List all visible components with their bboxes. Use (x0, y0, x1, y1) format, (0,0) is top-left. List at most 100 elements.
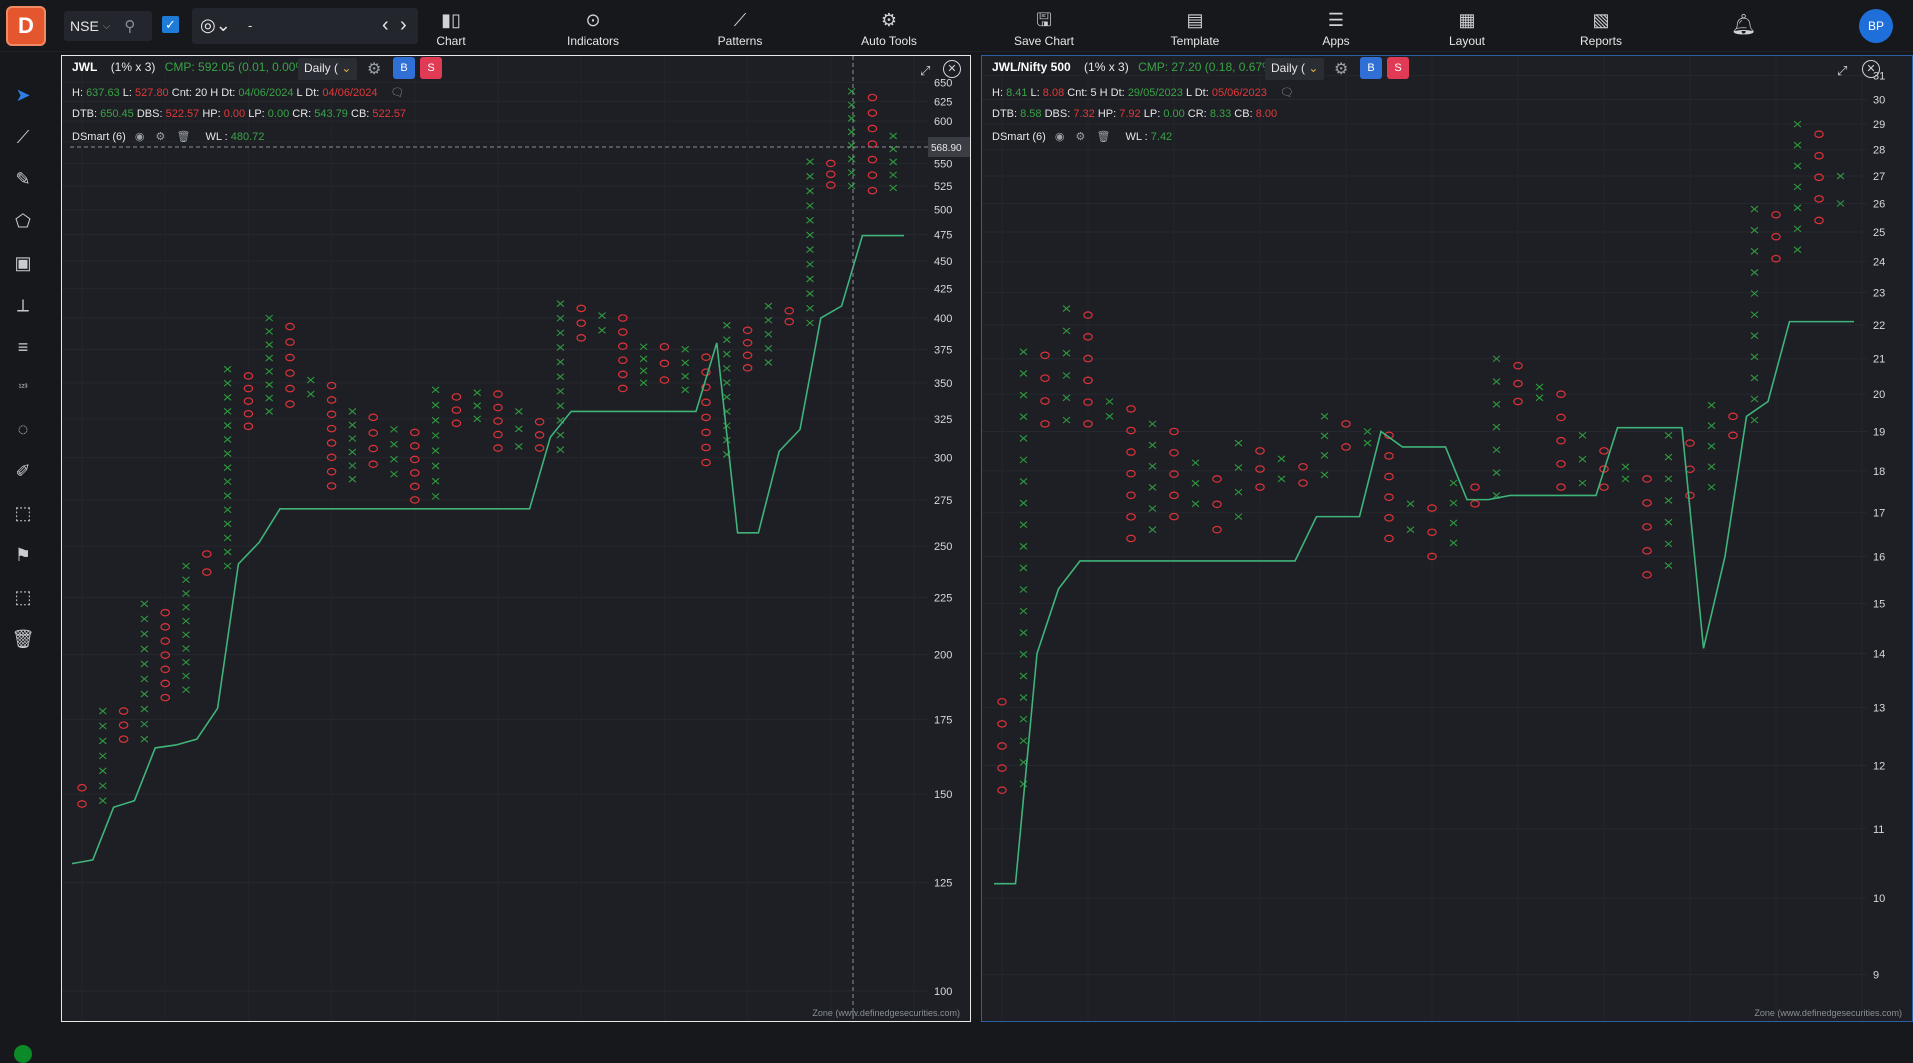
x-box (223, 534, 232, 542)
o-box (451, 406, 462, 414)
symbol-input-box[interactable]: ◎⌄ - ‹ › (192, 8, 418, 44)
right-chart-panel[interactable]: 31 30 29 28 27 26 25 24 23 22 21 20 19 18 17 16 15 14 13 12… (981, 55, 1913, 1022)
o-box (118, 721, 129, 729)
x-box (889, 158, 898, 166)
x-box (847, 155, 856, 163)
menu-label: Apps (1322, 34, 1350, 48)
pnf-x-column (1062, 305, 1071, 424)
menu-reports[interactable]: ▧ Reports (1561, 4, 1641, 48)
menu-label: Auto Tools (861, 34, 917, 48)
y-tick-label: 375 (934, 344, 952, 356)
menu-label: Save Chart (1013, 34, 1075, 48)
y-tick-label: 525 (934, 181, 952, 193)
menu-patterns[interactable]: ⟋ Patterns (700, 4, 780, 48)
brush-icon[interactable]: ✎ (10, 166, 36, 192)
x-box (722, 336, 731, 344)
menu-layout[interactable]: ▦ Layout (1427, 4, 1507, 48)
x-box (847, 114, 856, 122)
close-icon[interactable]: ✕ (1862, 60, 1880, 78)
layout-icon: ▦ (1458, 10, 1476, 30)
x-box (98, 797, 107, 805)
o-box (368, 413, 378, 422)
hide-tools-icon[interactable]: ⬚ (10, 584, 36, 610)
line-tool-icon[interactable]: ⟋ (10, 124, 36, 150)
x-box (806, 275, 814, 283)
right-chart-canvas[interactable]: 3130292827262524232221201918171615141312… (982, 56, 1912, 1021)
y-tick-label: 150 (934, 789, 952, 801)
y-tick-label: 18 (1873, 466, 1885, 478)
x-box (722, 321, 731, 329)
pnf-o-column (617, 314, 628, 393)
x-box (1664, 431, 1673, 439)
pnf-x-column (1793, 120, 1802, 254)
o-box (1126, 469, 1136, 478)
x-box (1062, 416, 1071, 424)
left-chart-canvas[interactable]: 6506256005755505255004754504254003753503… (62, 56, 970, 1021)
magnet-icon[interactable]: ◌ (10, 416, 36, 442)
x-box (847, 101, 856, 109)
o-box (867, 109, 878, 117)
expand-icon[interactable]: ⤢ (920, 63, 930, 79)
expand-icon[interactable]: ⤢ (1837, 63, 1847, 79)
text-tool-icon[interactable]: ▣ (10, 250, 36, 276)
pnf-o-column (451, 393, 462, 428)
bell-icon[interactable]: 🔔︎ (1731, 12, 1756, 37)
avatar[interactable]: BP (1859, 9, 1893, 43)
pattern-tool-icon[interactable]: ⬚ (10, 500, 36, 526)
pnf-x-column (1105, 398, 1114, 420)
sync-checkbox[interactable]: ✓ (162, 16, 179, 33)
o-box (285, 369, 295, 377)
cursor-icon[interactable]: ➤ (10, 82, 36, 108)
x-box (1750, 290, 1759, 297)
x-box (98, 752, 107, 760)
search-icon[interactable]: ⚲ (124, 17, 135, 35)
o-box (1040, 397, 1050, 405)
y-tick-label: 9 (1873, 970, 1879, 982)
y-tick-label: 450 (934, 256, 952, 268)
chevron-down-icon: ⌵ (102, 20, 111, 32)
x-box (390, 425, 398, 433)
x-box (1449, 539, 1458, 547)
measure-icon[interactable]: ¹²³ (10, 374, 36, 400)
ruler-icon[interactable]: ✐ (10, 458, 36, 484)
indicators-icon: ⊙ (585, 10, 601, 30)
y-tick-label: 20 (1873, 389, 1885, 401)
x-box (140, 720, 149, 728)
next-arrow-icon[interactable]: › (400, 14, 407, 37)
x-box (1019, 564, 1028, 572)
o-box (1728, 431, 1738, 440)
y-tick-label: 17 (1873, 507, 1885, 519)
flag-icon[interactable]: ⚑ (10, 542, 36, 568)
menu-auto-tools[interactable]: ⚙ Auto Tools (849, 4, 929, 48)
trash-icon[interactable]: 🗑︎ (10, 626, 36, 652)
x-box (1320, 432, 1329, 440)
app-logo[interactable]: D (6, 6, 46, 46)
x-box (431, 401, 440, 409)
shapes-icon[interactable]: ⬠ (10, 208, 36, 234)
x-box (806, 202, 814, 210)
x-box (1578, 431, 1587, 439)
pnf-x-column (473, 389, 482, 423)
menu-save-chart[interactable]: 🖫︎ Save Chart (1004, 4, 1084, 48)
x-box (390, 440, 398, 448)
channel-icon[interactable]: ≡ (10, 334, 36, 360)
o-box (1212, 525, 1222, 534)
x-box (1707, 442, 1716, 450)
menu-template[interactable]: ▤ Template (1155, 4, 1235, 48)
y-tick-label: 15 (1873, 598, 1885, 610)
prev-arrow-icon[interactable]: ‹ (382, 14, 389, 37)
x-box (1750, 205, 1759, 213)
o-box (285, 322, 295, 331)
close-icon[interactable]: ✕ (943, 60, 961, 78)
menu-chart[interactable]: ▮▯ Chart (411, 4, 491, 48)
x-box (98, 722, 107, 730)
left-chart-panel[interactable]: 6506256005755505255004754504254003753503… (61, 55, 971, 1022)
o-box (1814, 151, 1824, 160)
x-box (1019, 456, 1028, 464)
menu-indicators[interactable]: ⊙ Indicators (553, 4, 633, 48)
pnf-x-column (514, 407, 523, 450)
watch-eye-icon[interactable]: ◎⌄ (200, 15, 231, 36)
menu-apps[interactable]: ☰ Apps (1296, 4, 1376, 48)
fib-icon[interactable]: ⟂ (10, 292, 36, 318)
exchange-selector[interactable]: NSE ⌵ ⚲ (64, 11, 152, 41)
